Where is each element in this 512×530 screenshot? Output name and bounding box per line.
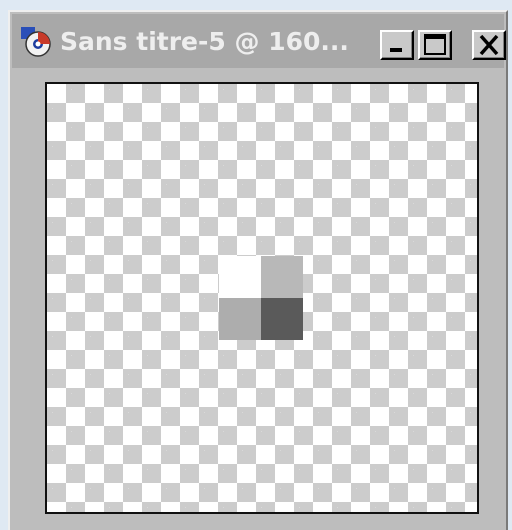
pixel-dark-gray — [261, 298, 303, 340]
minimize-button[interactable] — [380, 30, 414, 60]
image-canvas[interactable] — [45, 82, 479, 514]
window-title: Sans titre-5 @ 160... — [60, 27, 349, 56]
pixel-mid-gray — [219, 298, 261, 340]
maximize-button[interactable] — [418, 30, 452, 60]
maximize-icon — [424, 34, 446, 55]
pixel-light-gray — [261, 256, 303, 298]
close-button[interactable] — [472, 30, 506, 60]
title-bar[interactable]: Sans titre-5 @ 160... — [12, 14, 506, 68]
minimize-icon — [390, 48, 402, 52]
app-icon[interactable] — [20, 24, 54, 58]
close-icon — [479, 34, 499, 56]
image-window: Sans titre-5 @ 160... — [8, 10, 508, 530]
pixel-white — [219, 256, 261, 298]
